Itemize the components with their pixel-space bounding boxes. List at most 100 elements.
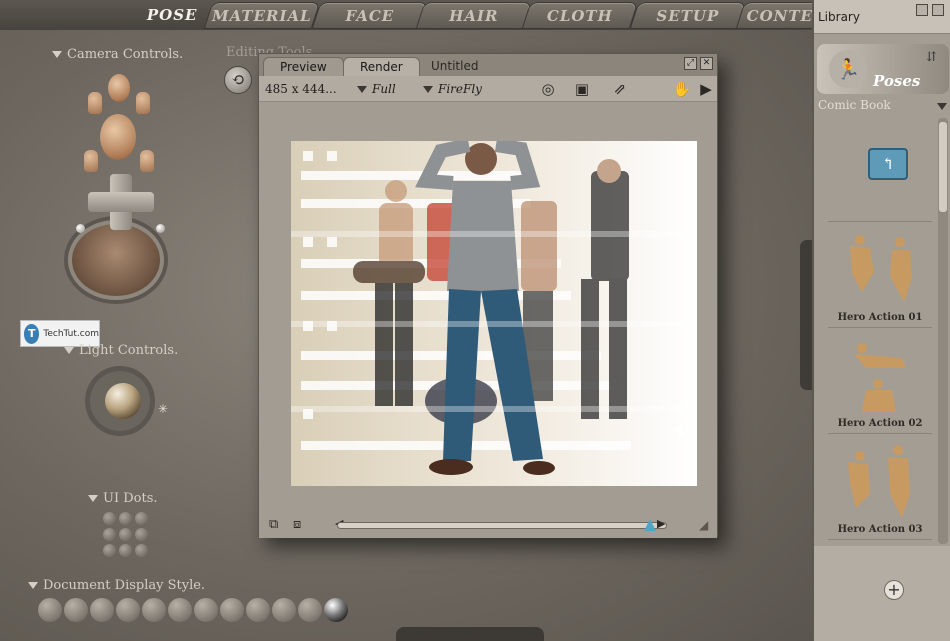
poses-category-label: Poses — [873, 72, 921, 90]
ui-dot[interactable] — [119, 528, 132, 541]
add-to-library-button[interactable]: + — [884, 580, 904, 600]
library-pose-item[interactable]: Hero Action 01 — [828, 224, 932, 328]
render-settings-icon[interactable]: ▣ — [571, 79, 593, 99]
ui-dot[interactable] — [103, 512, 116, 525]
watermark-text: TechTut.com — [43, 328, 99, 339]
camera-icon[interactable]: ◎ — [537, 79, 559, 99]
right-hand-rotate-icon[interactable] — [140, 150, 154, 172]
arrow-right-icon[interactable]: ▶ — [695, 79, 717, 99]
tab-material[interactable]: MATERIAL — [203, 2, 321, 29]
folder-dropdown[interactable]: Comic Book — [816, 98, 950, 116]
render-toolbar: 485 x 444... Full FireFly ◎ ▣ ⇗ ✋ ▶ — [259, 76, 717, 102]
tab-preview[interactable]: Preview — [263, 57, 344, 76]
render-compare-icon[interactable]: ⧉ — [269, 517, 278, 532]
ui-dot[interactable] — [119, 544, 132, 557]
camera-dot-icon[interactable] — [156, 224, 165, 233]
display-style-buttons — [38, 598, 348, 622]
tab-hair[interactable]: HAIR — [415, 2, 533, 29]
main-camera-icon[interactable] — [100, 114, 136, 160]
tab-face[interactable]: FACE — [311, 2, 429, 29]
tab-cloth[interactable]: CLOTH — [521, 2, 639, 29]
tab-untitled[interactable]: Untitled — [415, 57, 494, 76]
ui-dot[interactable] — [103, 528, 116, 541]
camera-controls-label[interactable]: Camera Controls. — [52, 47, 183, 62]
poses-runner-icon: 🏃 — [829, 50, 867, 88]
library-menu-icon[interactable] — [932, 4, 944, 16]
rendered-scene — [291, 141, 697, 486]
rotate-tool-icon[interactable]: ⟲ — [224, 66, 252, 94]
maximize-icon[interactable]: ⤢ — [684, 57, 697, 70]
caret-down-icon — [937, 103, 947, 110]
display-style-button[interactable] — [64, 598, 88, 622]
light-control-dial[interactable] — [85, 366, 155, 436]
library-pose-item[interactable]: Hero Action 03 — [828, 436, 932, 540]
camera-dot-icon[interactable] — [76, 224, 85, 233]
pose-thumbnail — [848, 445, 910, 518]
ui-dot[interactable] — [119, 512, 132, 525]
display-style-button[interactable] — [324, 598, 348, 622]
category-switch-icon[interactable]: ⇵ — [926, 50, 937, 65]
pose-thumbnail — [854, 343, 906, 412]
export-icon[interactable]: ⇗ — [609, 79, 631, 99]
hand-icon[interactable]: ✋ — [671, 79, 693, 99]
caret-down-icon — [357, 86, 367, 93]
library-detach-icon[interactable] — [916, 4, 928, 16]
library-footer: + — [814, 546, 950, 641]
light-controls-label[interactable]: Light Controls. — [64, 343, 178, 358]
scrollbar-thumb[interactable] — [939, 122, 947, 212]
poses-category-header[interactable]: 🏃 Poses ⇵ — [817, 44, 949, 94]
ui-dots-label[interactable]: UI Dots. — [88, 491, 158, 506]
up-folder-item[interactable]: ↰ — [828, 118, 932, 222]
ui-dots-grid[interactable] — [103, 512, 149, 557]
slider-thumb[interactable] — [644, 519, 656, 531]
display-style-button[interactable] — [90, 598, 114, 622]
caret-down-icon — [423, 86, 433, 93]
ui-dot[interactable] — [135, 512, 148, 525]
display-style-button[interactable] — [194, 598, 218, 622]
face-camera-icon[interactable] — [108, 74, 130, 102]
library-scrollbar[interactable] — [938, 118, 948, 544]
render-compare-icon[interactable]: ⧈ — [293, 517, 301, 532]
resize-grip-icon[interactable]: ◢ — [699, 518, 708, 532]
display-style-button[interactable] — [272, 598, 296, 622]
tab-render[interactable]: Render — [343, 57, 420, 76]
right-hand-camera-icon[interactable] — [136, 92, 150, 114]
bottom-panel-handle[interactable] — [396, 627, 544, 641]
display-style-button[interactable] — [116, 598, 140, 622]
light-star-icon[interactable]: ✳ — [158, 402, 168, 416]
left-hand-camera-icon[interactable] — [88, 92, 102, 114]
display-style-button[interactable] — [298, 598, 322, 622]
render-canvas[interactable] — [291, 141, 697, 486]
render-window-footer: ⧉ ⧈ ◀ ▶ ◢ — [259, 512, 717, 538]
display-style-button[interactable] — [220, 598, 244, 622]
ui-dot[interactable] — [135, 528, 148, 541]
techtut-logo-icon: T — [24, 323, 40, 344]
camera-controls[interactable] — [64, 70, 174, 300]
library-pose-item[interactable]: Hero Action 02 — [828, 330, 932, 434]
move-horizontal-icon[interactable] — [88, 192, 154, 212]
render-size: 485 x 444... — [265, 82, 337, 96]
display-style-button[interactable] — [168, 598, 192, 622]
ui-dot[interactable] — [103, 544, 116, 557]
library-title: Library — [818, 10, 860, 24]
display-style-button[interactable] — [246, 598, 270, 622]
pose-item-label: Hero Action 01 — [837, 312, 923, 323]
pose-thumbnail — [850, 235, 912, 302]
pose-item-label: Hero Action 03 — [837, 524, 923, 535]
display-style-button[interactable] — [38, 598, 62, 622]
light-sphere-icon[interactable] — [105, 383, 141, 419]
render-window-tabs: Preview Render Untitled ⤢ ✕ — [259, 54, 717, 76]
tab-setup[interactable]: SETUP — [629, 2, 747, 29]
resolution-dropdown[interactable]: Full — [357, 82, 396, 96]
left-hand-rotate-icon[interactable] — [84, 150, 98, 172]
up-folder-icon: ↰ — [868, 148, 908, 180]
render-window: Preview Render Untitled ⤢ ✕ 485 x 444...… — [258, 53, 718, 538]
close-icon[interactable]: ✕ — [700, 57, 713, 70]
library-item-list: ↰ Hero Action 01 Hero Action 02 Hero Act… — [814, 118, 942, 544]
render-wipe-slider[interactable] — [337, 519, 667, 531]
ui-dot[interactable] — [135, 544, 148, 557]
slider-right-arrow-icon[interactable]: ▶ — [657, 517, 665, 530]
renderer-dropdown[interactable]: FireFly — [423, 82, 482, 96]
document-display-style-label[interactable]: Document Display Style. — [28, 578, 205, 593]
display-style-button[interactable] — [142, 598, 166, 622]
